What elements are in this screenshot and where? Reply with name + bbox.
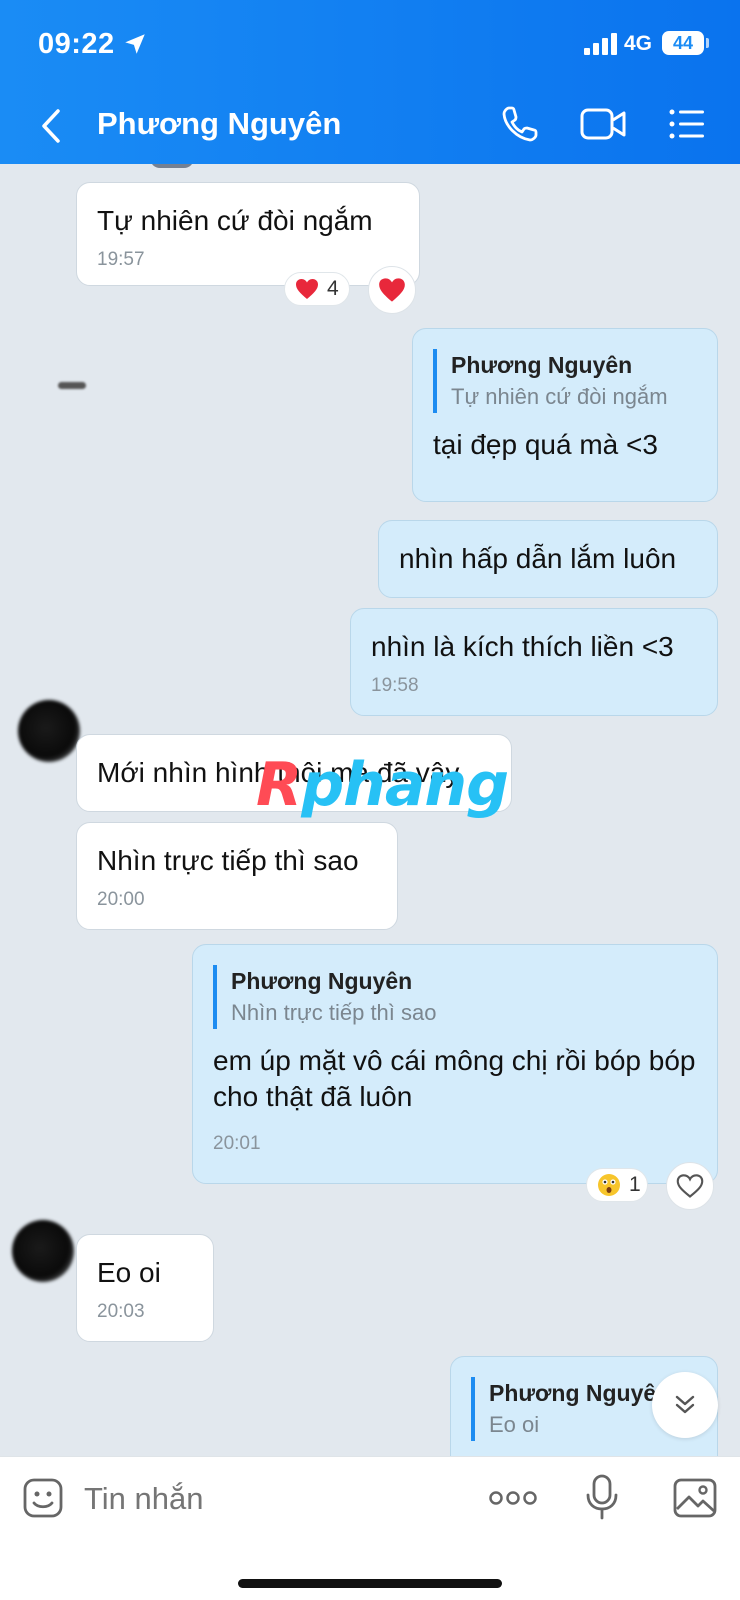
message-time: 20:03 [97,1301,145,1322]
message-composer [0,1456,740,1600]
message-input[interactable] [84,1475,464,1523]
home-indicator[interactable] [238,1579,502,1588]
message-bubble-incoming[interactable]: Tự nhiên cứ đòi ngắm 19:57 [76,182,420,286]
quoted-sender: Phương Nguyên [231,968,413,994]
options-list-icon[interactable] [668,106,706,142]
message-bubble-incoming[interactable]: Mới nhìn hình thôi mà đã vậy [76,734,512,812]
more-options-icon[interactable] [488,1483,538,1513]
red-heart-icon [295,278,319,300]
reaction-summary[interactable]: 4 [284,272,350,306]
quoted-message[interactable]: Phương Nguyên Tự nhiên cứ đòi ngắm [433,349,697,413]
video-call-icon[interactable] [580,106,626,142]
battery-icon: 44 [662,31,704,55]
message-text: tại đẹp quá mà <3 [433,429,658,460]
scroll-to-bottom-button[interactable] [652,1372,718,1438]
reaction-summary[interactable]: 1 [586,1168,648,1202]
message-text: em úp mặt vô cái mông chị rồi bóp bóp ch… [213,1045,696,1112]
react-button[interactable] [368,266,416,314]
microphone-icon[interactable] [584,1473,620,1521]
react-button[interactable] [666,1162,714,1210]
message-list[interactable]: Tự nhiên cứ đòi ngắm 19:57 4 Phương Nguy… [0,164,740,1456]
message-bubble-outgoing[interactable]: nhìn hấp dẫn lắm luôn [378,520,718,598]
message-text: Tự nhiên cứ đòi ngắm [97,205,373,236]
network-type: 4G [624,32,653,55]
smudge-mark [58,382,86,389]
message-text: Nhìn trực tiếp thì sao [97,845,359,876]
red-heart-icon [379,278,405,302]
quoted-sender: Phương Nguyên [451,352,633,378]
contact-name[interactable]: Phương Nguyên [97,106,341,142]
message-text: nhìn hấp dẫn lắm luôn [399,543,677,574]
back-chevron-icon[interactable] [36,108,66,144]
battery-level: 44 [672,32,694,53]
status-bar: 09:22 4G 44 [0,0,740,90]
chat-header: 09:22 4G 44 Phương Nguyên [0,0,740,164]
message-text: Eo oi [97,1257,161,1288]
message-time: 20:00 [97,889,145,910]
contact-avatar[interactable] [12,1220,74,1282]
reaction-count: 1 [629,1173,641,1196]
phone-call-icon[interactable] [500,104,540,144]
message-time: 19:58 [371,675,419,696]
message-bubble-outgoing[interactable]: nhìn là kích thích liền <3 19:58 [350,608,718,716]
message-text: Mới nhìn hình thôi mà đã vậy [97,757,460,788]
quoted-text: Nhìn trực tiếp thì sao [231,1000,437,1025]
cellular-signal-icon [584,33,617,55]
message-text: nhìn là kích thích liền <3 [371,631,674,662]
image-gallery-icon[interactable] [672,1477,718,1519]
message-bubble-incoming[interactable]: Eo oi 20:03 [76,1234,214,1342]
surprised-face-icon [597,1173,621,1197]
message-bubble-incoming[interactable]: Nhìn trực tiếp thì sao 20:00 [76,822,398,930]
message-bubble-outgoing[interactable]: Phương Nguyên Nhìn trực tiếp thì sao em … [192,944,718,1184]
double-chevron-down-icon [675,1395,695,1414]
nav-bar: Phương Nguyên [0,90,740,164]
message-time: 19:57 [97,249,145,270]
sticker-smiley-icon[interactable] [22,1477,64,1519]
heart-outline-icon [676,1174,704,1198]
reaction-count: 4 [327,277,339,300]
message-time: 20:01 [213,1133,261,1154]
previous-message-fragment [150,164,194,168]
status-time: 09:22 [38,28,115,60]
battery-tip [706,38,709,48]
message-bubble-outgoing[interactable]: Phương Nguyên Tự nhiên cứ đòi ngắm tại đ… [412,328,718,502]
location-arrow-icon [125,34,145,54]
quoted-text: Tự nhiên cứ đòi ngắm [451,384,668,409]
quoted-message[interactable]: Phương Nguyên Nhìn trực tiếp thì sao [213,965,697,1029]
contact-avatar[interactable] [18,700,80,762]
